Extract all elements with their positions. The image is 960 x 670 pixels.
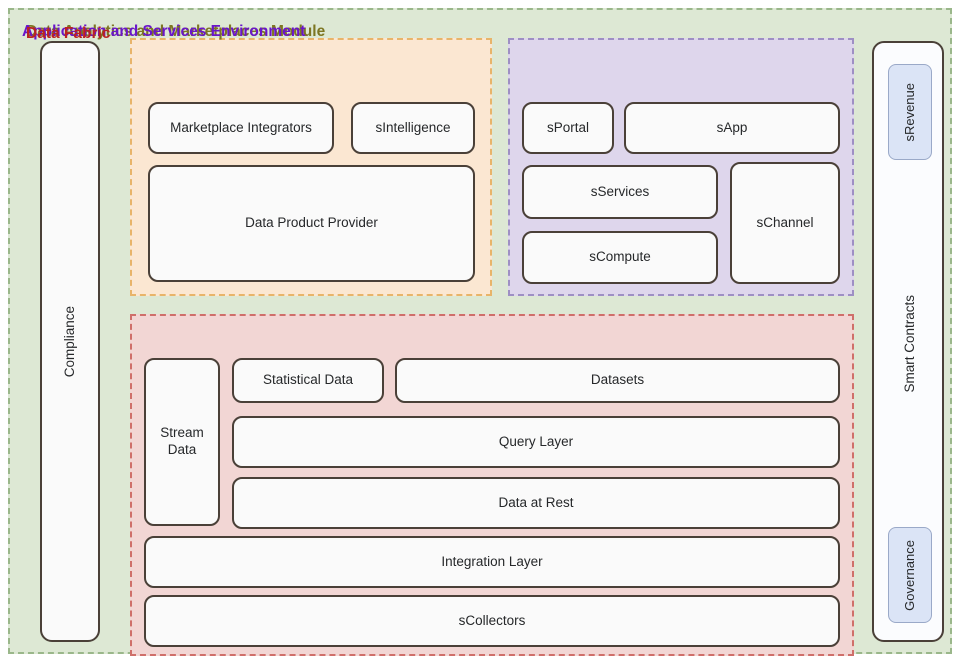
srevenue-node[interactable]: sRevenue <box>888 64 932 160</box>
smart-contracts-pillar[interactable]: Smart Contracts sRevenue Governance <box>872 41 944 642</box>
scollectors-node[interactable]: sCollectors <box>144 595 840 647</box>
architecture-diagram-canvas: Compliance Smart Contracts sRevenue Gove… <box>0 0 960 670</box>
query-layer-node[interactable]: Query Layer <box>232 416 840 468</box>
data-at-rest-label: Data at Rest <box>498 494 574 510</box>
sapp-node[interactable]: sApp <box>624 102 840 154</box>
compliance-pillar[interactable]: Compliance <box>40 41 100 642</box>
srevenue-label: sRevenue <box>901 82 917 142</box>
governance-node[interactable]: Governance <box>888 527 932 623</box>
query-layer-label: Query Layer <box>498 433 574 449</box>
datasets-label: Datasets <box>590 372 645 388</box>
sportal-label: sPortal <box>546 119 590 135</box>
smart-contracts-label: Smart Contracts <box>901 294 917 393</box>
data-fabric-panel-title: Data Fabric <box>26 25 111 42</box>
sintelligence-label: sIntelligence <box>375 119 451 135</box>
stream-data-node[interactable]: Stream Data <box>144 358 220 526</box>
schannel-node[interactable]: sChannel <box>730 162 840 284</box>
sservices-label: sServices <box>590 183 650 199</box>
schannel-label: sChannel <box>756 214 814 230</box>
integration-layer-node[interactable]: Integration Layer <box>144 536 840 588</box>
sintelligence-node[interactable]: sIntelligence <box>351 102 475 154</box>
marketplace-integrators-label: Marketplace Integrators <box>170 119 312 135</box>
governance-label: Governance <box>901 539 917 611</box>
integration-layer-label: Integration Layer <box>441 553 543 569</box>
data-product-provider-node[interactable]: Data Product Provider <box>148 165 475 282</box>
statistical-data-label: Statistical Data <box>262 372 354 388</box>
marketplace-integrators-node[interactable]: Marketplace Integrators <box>148 102 334 154</box>
sportal-node[interactable]: sPortal <box>522 102 614 154</box>
scompute-label: sCompute <box>589 249 651 265</box>
datasets-node[interactable]: Datasets <box>395 358 840 403</box>
statistical-data-node[interactable]: Statistical Data <box>232 358 384 403</box>
scollectors-label: sCollectors <box>458 612 526 628</box>
sapp-label: sApp <box>716 119 748 135</box>
platform-container: Compliance Smart Contracts sRevenue Gove… <box>8 8 952 656</box>
data-product-provider-label: Data Product Provider <box>245 215 378 231</box>
scompute-node[interactable]: sCompute <box>522 231 718 284</box>
sservices-node[interactable]: sServices <box>522 165 718 219</box>
data-at-rest-node[interactable]: Data at Rest <box>232 477 840 529</box>
compliance-label: Compliance <box>61 305 77 378</box>
stream-data-label: Stream Data <box>160 425 204 457</box>
